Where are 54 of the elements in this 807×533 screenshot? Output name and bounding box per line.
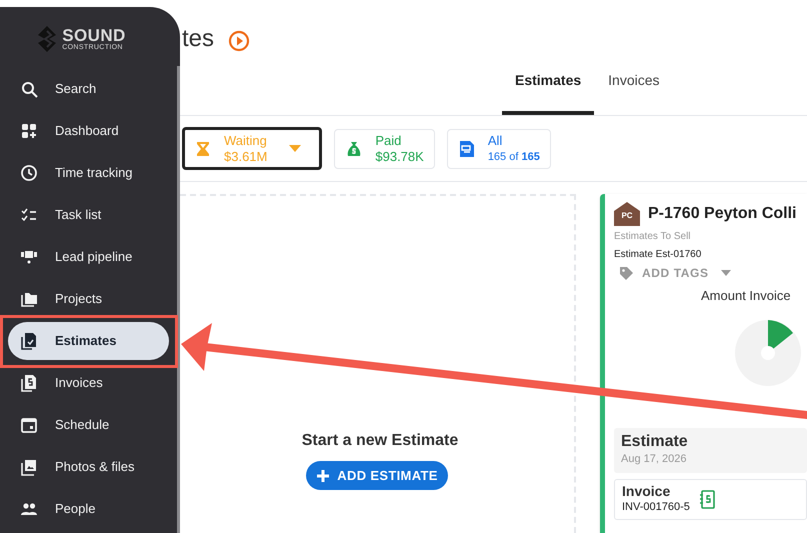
pie-chart-drawing — [735, 320, 801, 386]
clock-icon — [20, 164, 38, 182]
play-icon[interactable] — [228, 30, 250, 52]
search-icon — [20, 80, 38, 98]
row-title: Estimate — [621, 432, 688, 452]
page-title: tes — [182, 24, 214, 54]
caret-icon — [720, 270, 731, 276]
filter-label: Paid — [375, 132, 402, 148]
nav-item[interactable]: Lead pipeline — [8, 238, 169, 276]
nav-item[interactable]: Time tracking — [8, 154, 169, 192]
checklist-icon — [20, 206, 38, 224]
tag-icon — [619, 266, 634, 280]
filter-value: 165 of 165 — [488, 150, 540, 164]
logo-name: SOUND — [62, 26, 126, 44]
filter-value: $3.61M — [224, 148, 268, 164]
grid-icon — [20, 122, 38, 140]
estimate-number: Estimate Est-01760 — [614, 248, 702, 262]
card-title: P-1760 Peyton Colli — [648, 204, 796, 224]
nav-item[interactable]: Task list — [8, 196, 169, 234]
chart-title: Amount Invoice — [701, 287, 792, 305]
add-estimate-button[interactable]: ADD ESTIMATE — [306, 461, 448, 490]
document-check-icon — [20, 332, 38, 350]
tab[interactable]: Estimates — [502, 70, 594, 115]
plus-icon — [316, 468, 330, 482]
nav-item[interactable]: Dashboard — [8, 112, 169, 150]
tab[interactable]: Invoices — [594, 70, 674, 115]
calendar-icon — [20, 416, 38, 434]
nav-item[interactable]: Invoices — [8, 364, 169, 402]
filter-chip[interactable]: All 165 of 165 — [446, 128, 551, 168]
filter-label: All — [488, 132, 504, 148]
empty-column-title: Start a new Estimate — [302, 431, 458, 451]
dollar-document-icon — [700, 490, 716, 508]
row-title: Invoice — [622, 482, 672, 499]
hourglass-icon — [194, 140, 212, 158]
caret-icon — [289, 145, 302, 152]
nav-item[interactable]: Search — [8, 70, 169, 108]
estimate-row[interactable]: Estimate Aug 17, 2026 — [614, 428, 807, 472]
row-subtitle: Aug 17, 2026 — [621, 452, 688, 468]
invoice-row[interactable]: Invoice INV-001760-5 — [614, 478, 807, 520]
pipeline-icon — [20, 248, 38, 266]
nav-item[interactable]: Photos & files — [8, 448, 169, 486]
filter-label: Waiting — [224, 132, 268, 148]
house-badge: PC — [614, 202, 640, 226]
card-subtitle: Estimates To Sell — [614, 230, 692, 244]
nav-item[interactable]: Projects — [8, 280, 169, 318]
nav-item[interactable]: Schedule — [8, 406, 169, 444]
photos-icon — [20, 458, 38, 476]
document-icon — [458, 140, 476, 158]
folder-icon — [20, 290, 38, 308]
nav-item[interactable]: Estimates — [8, 322, 169, 360]
filter-value: $93.78K — [375, 148, 424, 164]
row-subtitle: INV-001760-5 — [622, 500, 690, 515]
nav-item[interactable]: People — [8, 490, 169, 528]
dollar-document-icon — [20, 374, 38, 392]
